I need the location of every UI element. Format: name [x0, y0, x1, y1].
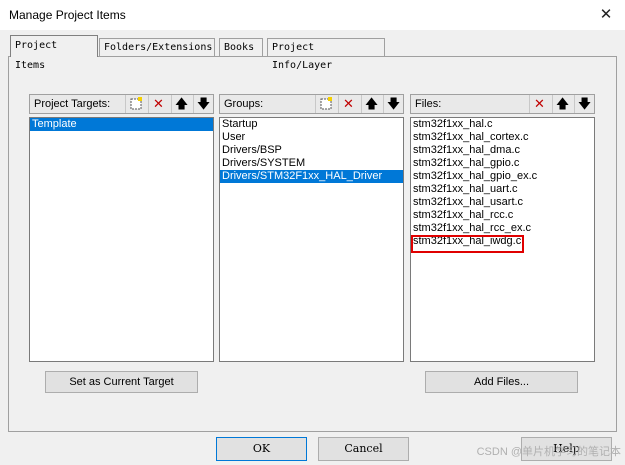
file-item[interactable]: stm32f1xx_hal_usart.c: [411, 196, 594, 209]
delete-icon[interactable]: ✕: [148, 95, 168, 113]
group-item[interactable]: User: [220, 131, 403, 144]
file-item[interactable]: stm32f1xx_hal.c: [411, 118, 594, 131]
close-icon[interactable]: ✕: [595, 4, 617, 26]
new-item-icon[interactable]: [125, 95, 145, 113]
move-up-icon[interactable]: 🡅: [361, 95, 381, 113]
group-item[interactable]: Startup: [220, 118, 403, 131]
groups-header: Groups: ✕ 🡅 🡇: [219, 94, 404, 114]
file-item[interactable]: stm32f1xx_hal_gpio.c: [411, 157, 594, 170]
highlight-box: [411, 235, 524, 253]
delete-icon[interactable]: ✕: [529, 95, 549, 113]
group-item-selected[interactable]: Drivers/STM32F1xx_HAL_Driver: [220, 170, 403, 183]
file-item[interactable]: stm32f1xx_hal_rcc.c: [411, 209, 594, 222]
delete-icon[interactable]: ✕: [338, 95, 358, 113]
groups-label: Groups:: [224, 98, 264, 110]
file-item[interactable]: stm32f1xx_hal_uart.c: [411, 183, 594, 196]
cancel-button[interactable]: Cancel: [318, 437, 409, 461]
move-down-icon[interactable]: 🡇: [574, 95, 594, 113]
group-item[interactable]: Drivers/BSP: [220, 144, 403, 157]
move-down-icon[interactable]: 🡇: [193, 95, 213, 113]
move-down-icon[interactable]: 🡇: [383, 95, 403, 113]
tab-books[interactable]: Books: [219, 38, 263, 56]
add-files-button[interactable]: Add Files...: [425, 371, 578, 393]
tab-folders-extensions[interactable]: Folders/Extensions: [99, 38, 215, 56]
new-item-icon[interactable]: [315, 95, 335, 113]
move-up-icon[interactable]: 🡅: [552, 95, 572, 113]
group-item[interactable]: Drivers/SYSTEM: [220, 157, 403, 170]
file-item[interactable]: stm32f1xx_hal_dma.c: [411, 144, 594, 157]
move-up-icon[interactable]: 🡅: [171, 95, 191, 113]
groups-list[interactable]: Startup User Drivers/BSP Drivers/SYSTEM …: [219, 117, 404, 362]
targets-list[interactable]: Template: [29, 117, 214, 362]
file-item[interactable]: stm32f1xx_hal_rcc_ex.c: [411, 222, 594, 235]
tab-project-info-layer[interactable]: Project Info/Layer: [267, 38, 385, 71]
file-item[interactable]: stm32f1xx_hal_cortex.c: [411, 131, 594, 144]
targets-header: Project Targets: ✕ 🡅 🡇: [29, 94, 214, 114]
files-header: Files: ✕ 🡅 🡇: [410, 94, 595, 114]
window-title: Manage Project Items: [9, 8, 126, 22]
file-item[interactable]: stm32f1xx_hal_gpio_ex.c: [411, 170, 594, 183]
ok-button[interactable]: OK: [216, 437, 307, 461]
targets-label: Project Targets:: [34, 98, 111, 110]
tab-project-items[interactable]: Project Items: [10, 35, 98, 71]
target-item-template[interactable]: Template: [30, 118, 213, 131]
set-current-target-button[interactable]: Set as Current Target: [45, 371, 198, 393]
files-label: Files:: [415, 98, 442, 110]
watermark: CSDN @单片机学习的笔记本: [476, 446, 621, 458]
